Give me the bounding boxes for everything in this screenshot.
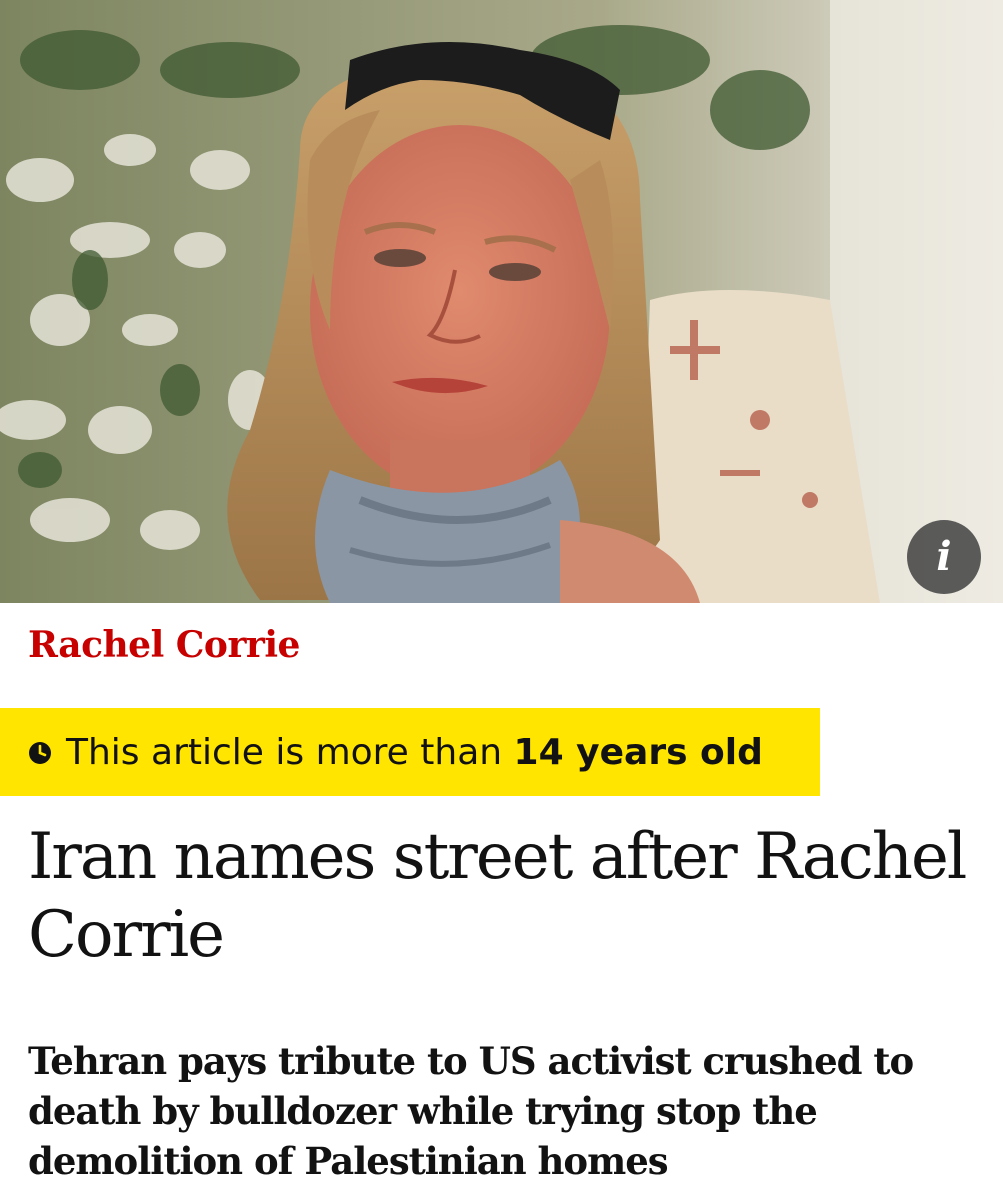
- section-label[interactable]: Rachel Corrie: [28, 624, 300, 666]
- article-headline: Iran names street after Rachel Corrie: [28, 820, 967, 972]
- article-age-warning: This article is more than 14 years old: [0, 708, 820, 796]
- age-warning-emphasis: 14 years old: [513, 731, 763, 773]
- hero-photo-illustration: [0, 0, 1003, 603]
- image-info-button[interactable]: i: [907, 520, 981, 594]
- age-warning-text: This article is more than: [66, 731, 514, 773]
- article-page: i Rachel Corrie This article is more tha…: [0, 0, 1003, 1200]
- hero-photo: i: [0, 0, 1003, 603]
- info-icon: i: [936, 533, 952, 580]
- clock-icon: [29, 742, 51, 764]
- article-standfirst: Tehran pays tribute to US activist crush…: [28, 1039, 914, 1183]
